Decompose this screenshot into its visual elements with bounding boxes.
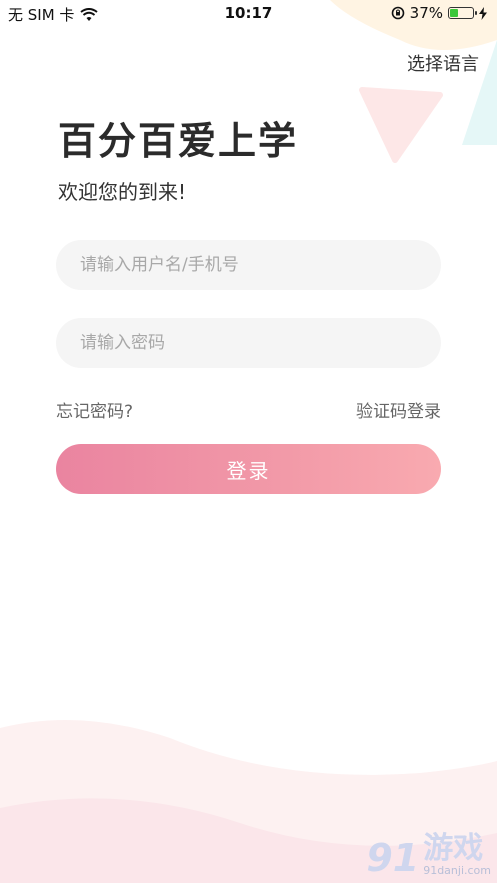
watermark-logo: 91	[366, 836, 420, 880]
login-button[interactable]: 登录	[56, 444, 441, 494]
status-right: 37%	[391, 4, 487, 22]
watermark-site: 91danji.com	[423, 864, 491, 877]
battery-icon	[448, 7, 477, 19]
watermark-text-group: 游戏 91danji.com	[423, 831, 491, 878]
battery-fill	[450, 9, 458, 17]
sms-login-link[interactable]: 验证码登录	[356, 397, 441, 422]
battery-percent: 37%	[409, 4, 443, 22]
orientation-lock-icon	[391, 6, 404, 20]
charging-bolt-icon	[479, 6, 487, 20]
watermark: 91 游戏 91danji.com	[366, 831, 491, 880]
app-title: 百分百爱上学	[58, 119, 299, 163]
watermark-text: 游戏	[423, 831, 484, 866]
username-input[interactable]	[56, 240, 441, 290]
forgot-password-link[interactable]: 忘记密码?	[56, 397, 133, 422]
welcome-text: 欢迎您的到来!	[58, 180, 187, 204]
top-right-decoration	[330, 0, 497, 163]
select-language-link[interactable]: 选择语言	[407, 50, 479, 76]
status-bar: 无 SIM 卡 10:17 37%	[0, 0, 497, 26]
password-input[interactable]	[56, 318, 441, 368]
